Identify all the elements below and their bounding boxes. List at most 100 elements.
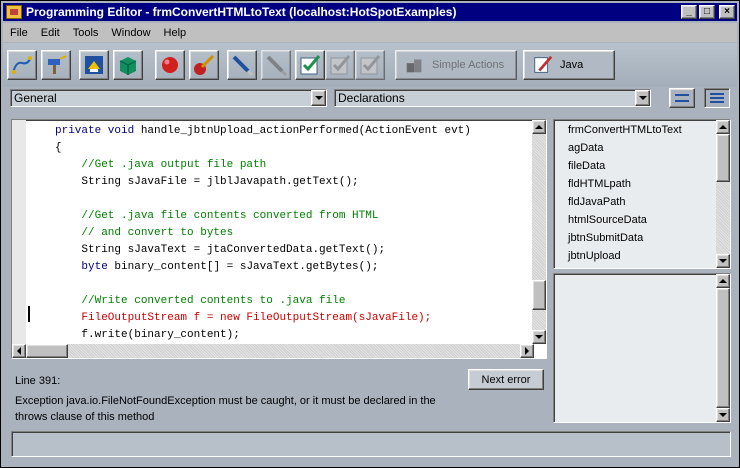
hammer-icon xyxy=(48,55,67,74)
java-button[interactable]: Java xyxy=(523,50,615,80)
detail-panel-scrollbar[interactable] xyxy=(716,274,730,422)
procedure-view-button[interactable] xyxy=(669,88,695,108)
menu-edit[interactable]: Edit xyxy=(34,27,66,39)
code-comment: //Write converted contents to .java file xyxy=(81,295,346,307)
scroll-down-button[interactable] xyxy=(532,330,546,344)
list-item[interactable]: agData xyxy=(568,142,603,154)
list-item[interactable]: htmlSourceData xyxy=(568,214,647,226)
code-text: f.write(binary_content); xyxy=(81,329,240,341)
breakpoint-icon xyxy=(162,57,178,73)
minimize-button[interactable]: _ xyxy=(681,5,697,19)
code-line: //Get .java output file path xyxy=(55,157,471,174)
scroll-up-button[interactable] xyxy=(716,120,730,134)
check-disabled-button[interactable] xyxy=(325,50,355,80)
procedure-select-arrow[interactable] xyxy=(635,90,650,106)
connect-icon xyxy=(12,56,32,74)
vertical-scroll-thumb[interactable] xyxy=(532,280,546,310)
check-button[interactable] xyxy=(295,50,325,80)
code-text: handle_jbtnUpload_actionPerformed(Action… xyxy=(140,125,471,137)
procedure-select[interactable]: Declarations xyxy=(334,89,651,107)
member-list-scrollbar[interactable] xyxy=(716,120,730,268)
paint-button[interactable] xyxy=(189,50,219,80)
deploy-icon xyxy=(85,56,103,74)
editor-vertical-scrollbar[interactable] xyxy=(532,120,546,344)
menu-file[interactable]: File xyxy=(3,27,34,39)
code-line: String sJavaFile = jlblJavapath.getText(… xyxy=(55,174,471,191)
text-caret xyxy=(28,306,30,322)
module-button[interactable] xyxy=(113,50,143,80)
code-line: //Write converted contents to .java file xyxy=(55,293,471,310)
detail-panel[interactable] xyxy=(553,273,731,423)
pen-disabled-icon xyxy=(266,55,288,77)
scroll-down-button[interactable] xyxy=(716,254,730,268)
scroll-up-button[interactable] xyxy=(532,120,546,134)
object-select[interactable]: General xyxy=(10,89,327,107)
object-select-arrow[interactable] xyxy=(311,90,326,106)
vertical-scroll-thumb[interactable] xyxy=(716,134,730,182)
deploy-button[interactable] xyxy=(79,50,109,80)
code-line: //Get .java file contents converted from… xyxy=(55,208,471,225)
check-disabled-button-2[interactable] xyxy=(355,50,385,80)
procedure-view-icon xyxy=(675,94,689,102)
app-icon xyxy=(6,5,22,19)
pen-button[interactable] xyxy=(227,50,257,80)
module-icon xyxy=(119,57,137,75)
code-area[interactable]: private void handle_jbtnUpload_actionPer… xyxy=(55,123,471,344)
full-module-view-icon xyxy=(710,93,724,103)
list-item[interactable]: jbtnUpload xyxy=(568,250,621,262)
scroll-down-button[interactable] xyxy=(716,408,730,422)
menu-window[interactable]: Window xyxy=(104,27,156,39)
pen-icon xyxy=(232,55,254,77)
java-label: Java xyxy=(560,59,584,71)
next-error-button[interactable]: Next error xyxy=(468,369,544,390)
code-text: { xyxy=(55,142,62,154)
list-item[interactable]: fldJavaPath xyxy=(568,196,625,208)
menu-tools[interactable]: Tools xyxy=(66,27,105,39)
full-module-view-button[interactable] xyxy=(704,88,730,108)
list-item[interactable]: frmConvertHTMLtoText xyxy=(568,124,682,136)
connect-button[interactable] xyxy=(7,50,37,80)
code-editor[interactable]: private void handle_jbtnUpload_actionPer… xyxy=(11,119,547,359)
check-disabled-icon xyxy=(330,55,351,75)
list-item[interactable]: fileData xyxy=(568,160,605,172)
menu-help[interactable]: Help xyxy=(157,27,193,39)
member-list[interactable]: frmConvertHTMLtoText agData fileData fld… xyxy=(553,119,731,269)
vertical-scroll-thumb[interactable] xyxy=(716,288,730,408)
list-item[interactable]: jbtnSubmitData xyxy=(568,232,643,244)
scroll-up-button[interactable] xyxy=(716,274,730,288)
code-line: // and convert to bytes xyxy=(55,225,471,242)
title-bar[interactable]: Programming Editor - frmConvertHTMLtoTex… xyxy=(3,3,737,21)
code-text: binary_content[] = sJavaText.getBytes(); xyxy=(114,261,379,273)
line-gutter xyxy=(12,120,26,344)
build-button[interactable] xyxy=(41,50,71,80)
code-line: String sJavaText = jtaConvertedData.getT… xyxy=(55,242,471,259)
breakpoint-button[interactable] xyxy=(155,50,185,80)
code-text: String sJavaFile = jlblJavapath.getText(… xyxy=(81,176,359,188)
horizontal-scroll-thumb[interactable] xyxy=(26,344,68,358)
maximize-button[interactable]: □ xyxy=(699,5,715,19)
scroll-right-button[interactable] xyxy=(520,344,534,358)
check-icon xyxy=(300,55,321,75)
close-button[interactable]: × xyxy=(719,5,735,19)
scroll-left-button[interactable] xyxy=(12,344,26,358)
status-bar xyxy=(11,431,731,457)
pen-disabled-button[interactable] xyxy=(261,50,291,80)
java-pen-icon xyxy=(534,55,553,73)
editor-horizontal-scrollbar[interactable] xyxy=(12,344,534,358)
code-line: private void handle_jbtnUpload_actionPer… xyxy=(55,123,471,140)
toolbar: Simple Actions Java xyxy=(3,43,737,87)
code-keyword: private void xyxy=(55,125,141,137)
list-item[interactable]: fldHTMLpath xyxy=(568,178,631,190)
simple-actions-button[interactable]: Simple Actions xyxy=(395,50,517,80)
paint-icon xyxy=(194,54,215,75)
code-comment: // and convert to bytes xyxy=(81,227,234,239)
code-line: byte binary_content[] = sJavaText.getByt… xyxy=(55,259,471,276)
